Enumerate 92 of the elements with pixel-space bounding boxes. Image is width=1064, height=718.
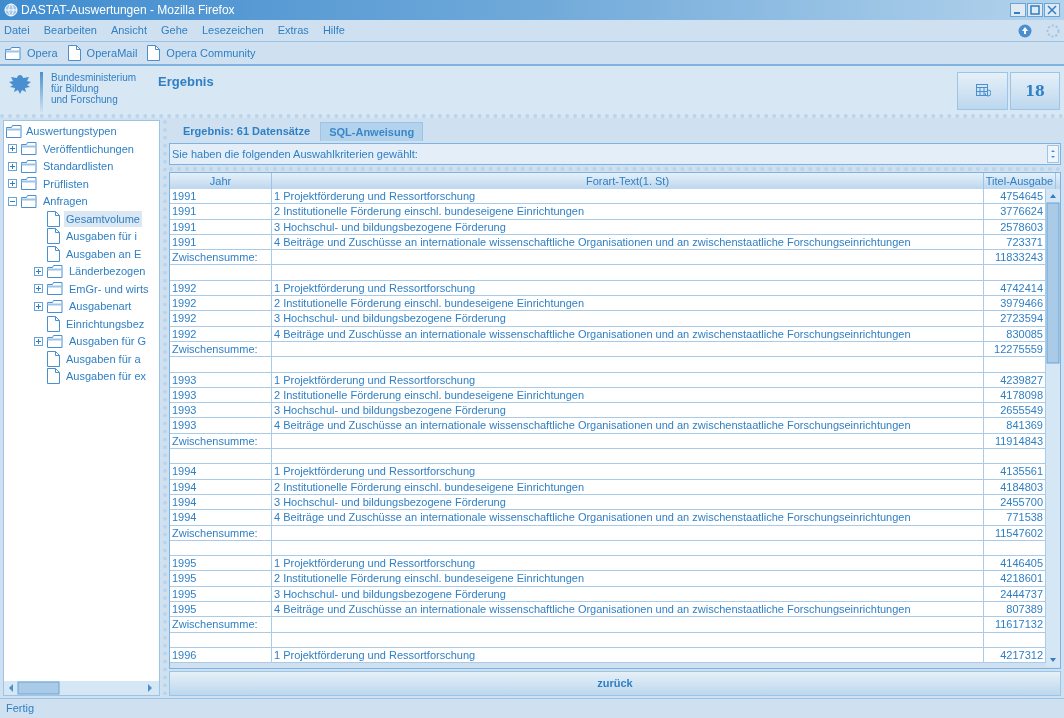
ministry-name: Bundesministerium für Bildung und Forschung [51,72,137,105]
calendar-icon [974,83,991,99]
table-cell: 1993 [170,372,272,388]
bookmark-link[interactable]: Opera Community [166,44,256,62]
tree-item[interactable]: Prüflisten [41,175,91,192]
folder-icon [47,299,63,313]
table-cell: 1995 [170,571,272,587]
table-cell: Zwischensumme: [170,525,272,541]
expand-toggle[interactable] [34,266,43,276]
folder-icon [21,159,37,173]
tree-root[interactable]: Auswertungstypen [26,123,117,140]
menu-item[interactable]: Hilfe [322,22,345,39]
tree-item[interactable]: Veröffentlichungen [41,140,136,157]
page-icon [147,45,161,61]
tree-item[interactable]: Einrichtungsbez [64,315,147,332]
folder-icon [6,125,22,138]
tree-item[interactable]: Ausgaben für G [67,333,149,350]
folder-icon [47,334,63,348]
logo-bar [40,72,43,112]
table-cell: 2 Institutionelle Förderung einschl. bundeseigene Einrichtungen [272,479,984,495]
calendar-button[interactable] [957,72,1008,110]
tree-item[interactable]: Ausgabenart [67,298,134,315]
expand-toggle[interactable] [8,161,17,171]
table-cell: 1996 [170,647,272,664]
page-icon [47,315,60,332]
tree-item[interactable]: Standardlisten [41,158,116,175]
expand-toggle[interactable] [8,144,17,154]
folder-icon [5,46,21,60]
expand-toggle[interactable] [34,301,43,311]
page-icon [47,368,60,385]
table-cell: 1991 [170,219,272,235]
collapse-toggle[interactable] [8,196,17,206]
folder-icon [21,142,37,156]
table-cell: 1 Projektförderung und Ressortforschung [272,372,984,388]
table-cell: 1 Projektförderung und Ressortforschung [272,647,984,664]
tree-item[interactable]: Länderbezogen [67,263,148,280]
table-cell: 4 Beiträge und Zuschüsse an internationale wissenschaftliche Organisationen und an zwischenstaatliche Forschungseinrichtungen [272,418,984,434]
tree-item[interactable]: Ausgaben für ex [64,368,149,385]
upload-icon[interactable] [1018,23,1032,38]
table-cell: 3 Hochschul- und bildungsbezogene Förderung [272,311,984,327]
table-cell: 1991 [170,204,272,220]
table-cell: Zwischensumme: [170,617,272,633]
expand-toggle[interactable] [8,179,17,189]
table-cell: 2 Institutionelle Förderung einschl. bundeseigene Einrichtungen [272,204,984,220]
table-cell: 4 Beiträge und Zuschüsse an internationale wissenschaftliche Organisationen und an zwischenstaatliche Forschungseinrichtungen [272,326,984,342]
vertical-scrollbar[interactable] [1046,189,1060,667]
bookmark-link[interactable]: Opera [27,44,58,62]
table-cell: 2 Institutionelle Förderung einschl. bundeseigene Einrichtungen [272,571,984,587]
tab[interactable]: SQL-Anweisung [320,122,424,141]
globe-icon [4,3,18,17]
bookmark-link[interactable]: OperaMail [86,44,138,62]
table-cell: 1992 [170,311,272,327]
tree-item[interactable]: Ausgaben für a [64,350,143,367]
page-title: Ergebnis [158,73,214,91]
table-cell: 1993 [170,418,272,434]
tree-item[interactable]: Ausgaben an E [64,245,144,262]
window-title: DASTAT-Auswertungen - Mozilla Firefox [21,2,235,19]
folder-icon [47,264,63,278]
date-button[interactable]: 18 [1010,72,1060,110]
status-text: Fertig [6,701,35,717]
tree-item[interactable]: Gesamtvolume [64,210,142,227]
folder-icon [21,177,37,191]
folder-icon [47,282,63,296]
folder-icon [21,194,37,208]
tree-item[interactable]: EmGr- und wirts [67,280,151,297]
table-cell: 4 Beiträge und Zuschüsse an internationale wissenschaftliche Organisationen und an zwischenstaatliche Forschungseinrichtungen [272,510,984,526]
expand-toggle[interactable] [34,284,43,294]
table-cell: 1994 [170,464,272,480]
table-cell: 1 Projektförderung und Ressortforschung [272,464,984,480]
page-icon [67,45,81,61]
page-icon [47,228,60,245]
back-button[interactable]: zurück [169,671,1061,696]
criteria-field[interactable]: Sie haben die folgenden Auswahlkriterien gewählt: [169,143,1061,165]
table-cell: 3 Hochschul- und bildungsbezogene Förderung [272,219,984,235]
expand-toggle[interactable] [34,336,43,346]
throbber-icon [1046,23,1060,38]
horizontal-scrollbar[interactable] [4,681,159,695]
menu-item[interactable]: Lesezeichen [201,22,264,39]
table-cell: 1992 [170,326,272,342]
table-cell: 1994 [170,510,272,526]
menu-item[interactable]: Ansicht [110,22,147,39]
page-icon [47,210,60,227]
page-icon [47,245,60,262]
table-cell: 1994 [170,479,272,495]
menu-item[interactable]: Extras [277,22,309,39]
tree-item[interactable]: Ausgaben für i [64,228,139,245]
page-icon [47,350,60,367]
tree-item[interactable]: Anfragen [41,193,90,210]
window-controls-drawing[interactable] [1010,3,1060,17]
menu-item[interactable]: Datei [4,22,30,39]
menu-item[interactable]: Bearbeiten [43,22,97,39]
menu-item[interactable]: Gehe [161,22,188,39]
